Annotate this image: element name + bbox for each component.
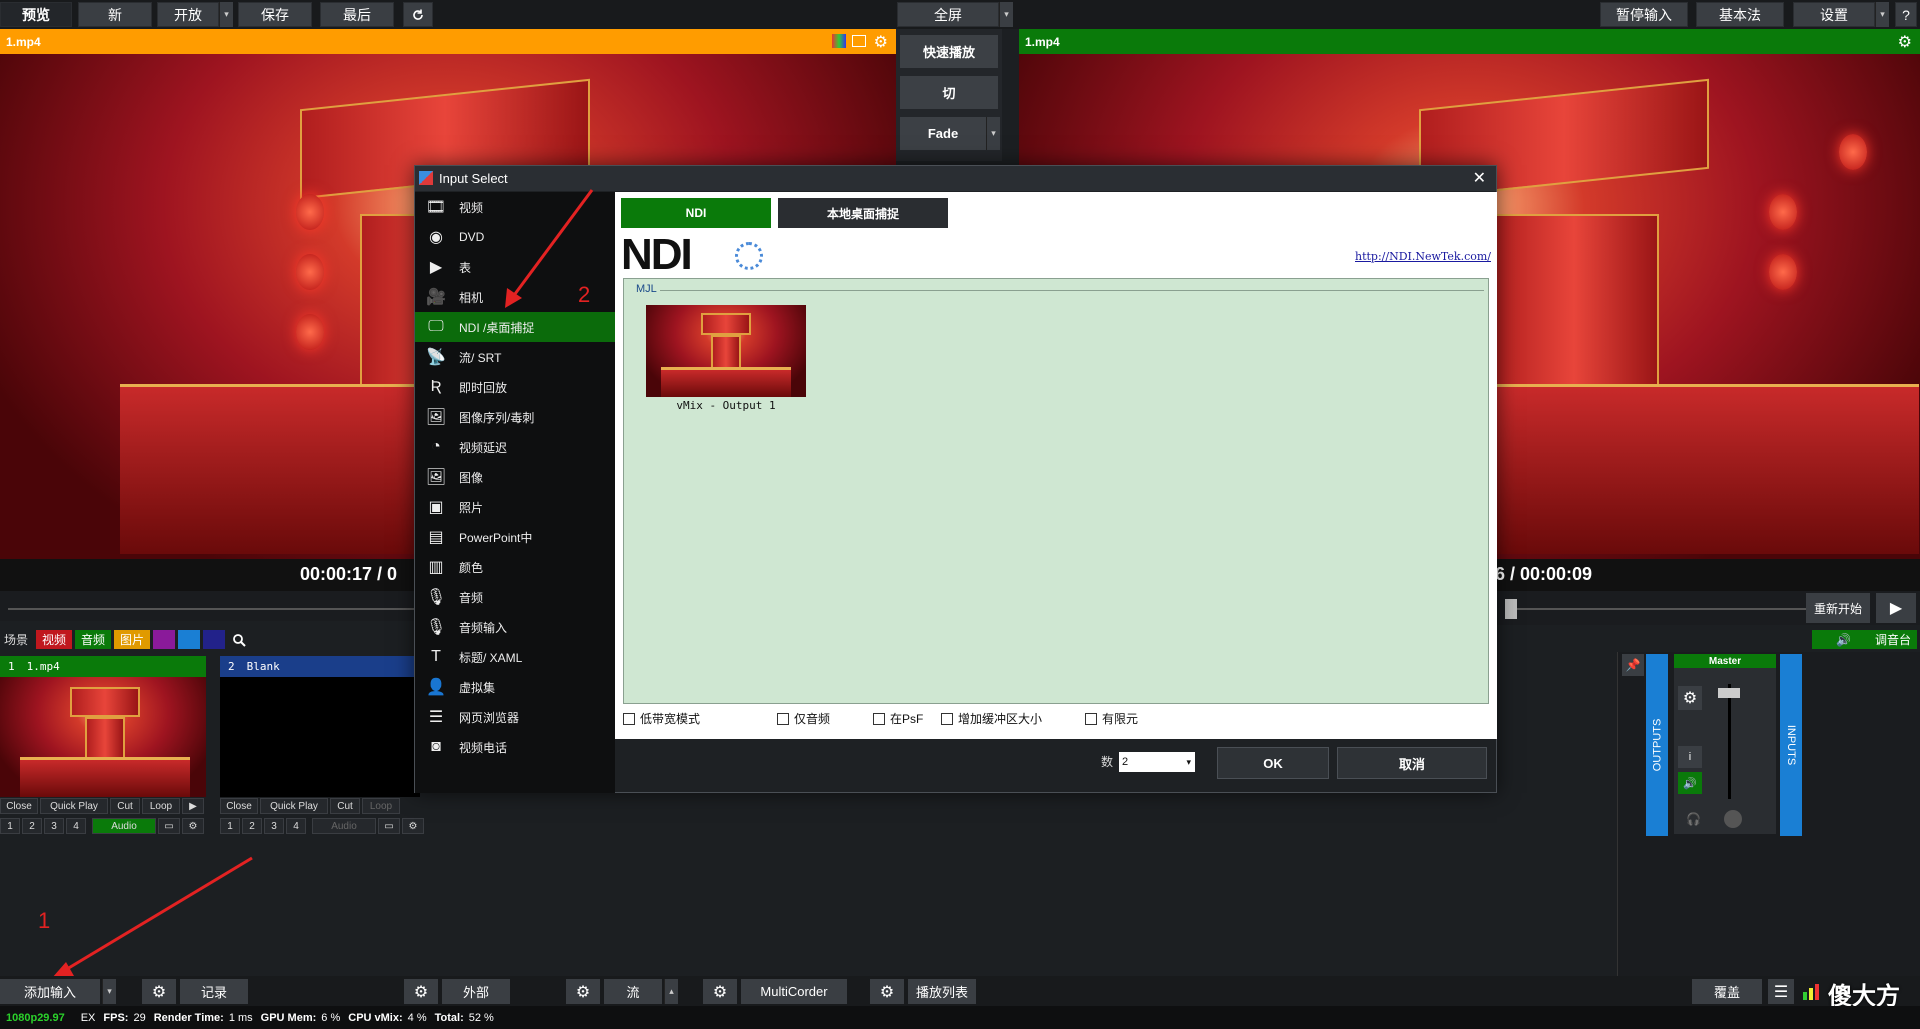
gear-icon[interactable]: ⚙: [870, 979, 904, 1004]
status-ex: EX: [80, 1011, 96, 1024]
gear-icon[interactable]: ⚙: [142, 979, 176, 1004]
status-bar: 1080p29.97 EX FPS: 29 Render Time: 1 ms …: [0, 1006, 1920, 1029]
external-button[interactable]: 外部: [442, 979, 510, 1004]
status-format: 1080p29.97: [6, 1011, 65, 1024]
overlay-button[interactable]: 覆盖: [1692, 979, 1762, 1004]
bottom-toolbar: 添加输入 ▾ ⚙ 记录 ⚙ 外部 ⚙ 流 ▴ ⚙ MultiCorder ⚙ 播…: [0, 976, 1920, 1010]
add-input-caret[interactable]: ▾: [102, 979, 116, 1004]
status-total-label: Total:: [434, 1011, 464, 1024]
status-gpu-label: GPU Mem:: [260, 1011, 317, 1024]
status-render-label: Render Time:: [153, 1011, 224, 1024]
gear-icon[interactable]: ⚙: [566, 979, 600, 1004]
status-cpu: 4 %: [407, 1011, 427, 1024]
playlist-button[interactable]: 播放列表: [908, 979, 976, 1004]
menu-icon[interactable]: ☰: [1768, 979, 1794, 1004]
multicorder-button[interactable]: MultiCorder: [741, 979, 847, 1004]
status-gpu: 6 %: [321, 1011, 341, 1024]
level-meter-icon[interactable]: [1798, 979, 1824, 1004]
gear-icon[interactable]: ⚙: [404, 979, 438, 1004]
status-fps: 29: [133, 1011, 146, 1024]
stream-caret[interactable]: ▴: [664, 979, 678, 1004]
stream-button[interactable]: 流: [604, 979, 662, 1004]
record-button[interactable]: 记录: [180, 979, 248, 1004]
annotation-arrows: [52, 189, 594, 978]
status-fps-label: FPS:: [103, 1011, 129, 1024]
gear-icon[interactable]: ⚙: [703, 979, 737, 1004]
status-total: 52 %: [468, 1011, 494, 1024]
status-cpu-label: CPU vMix:: [348, 1011, 403, 1024]
annotation-1: 1: [38, 908, 51, 933]
status-render: 1 ms: [228, 1011, 253, 1024]
annotation-2: 2: [578, 282, 591, 307]
add-input-button[interactable]: 添加输入: [0, 979, 100, 1004]
